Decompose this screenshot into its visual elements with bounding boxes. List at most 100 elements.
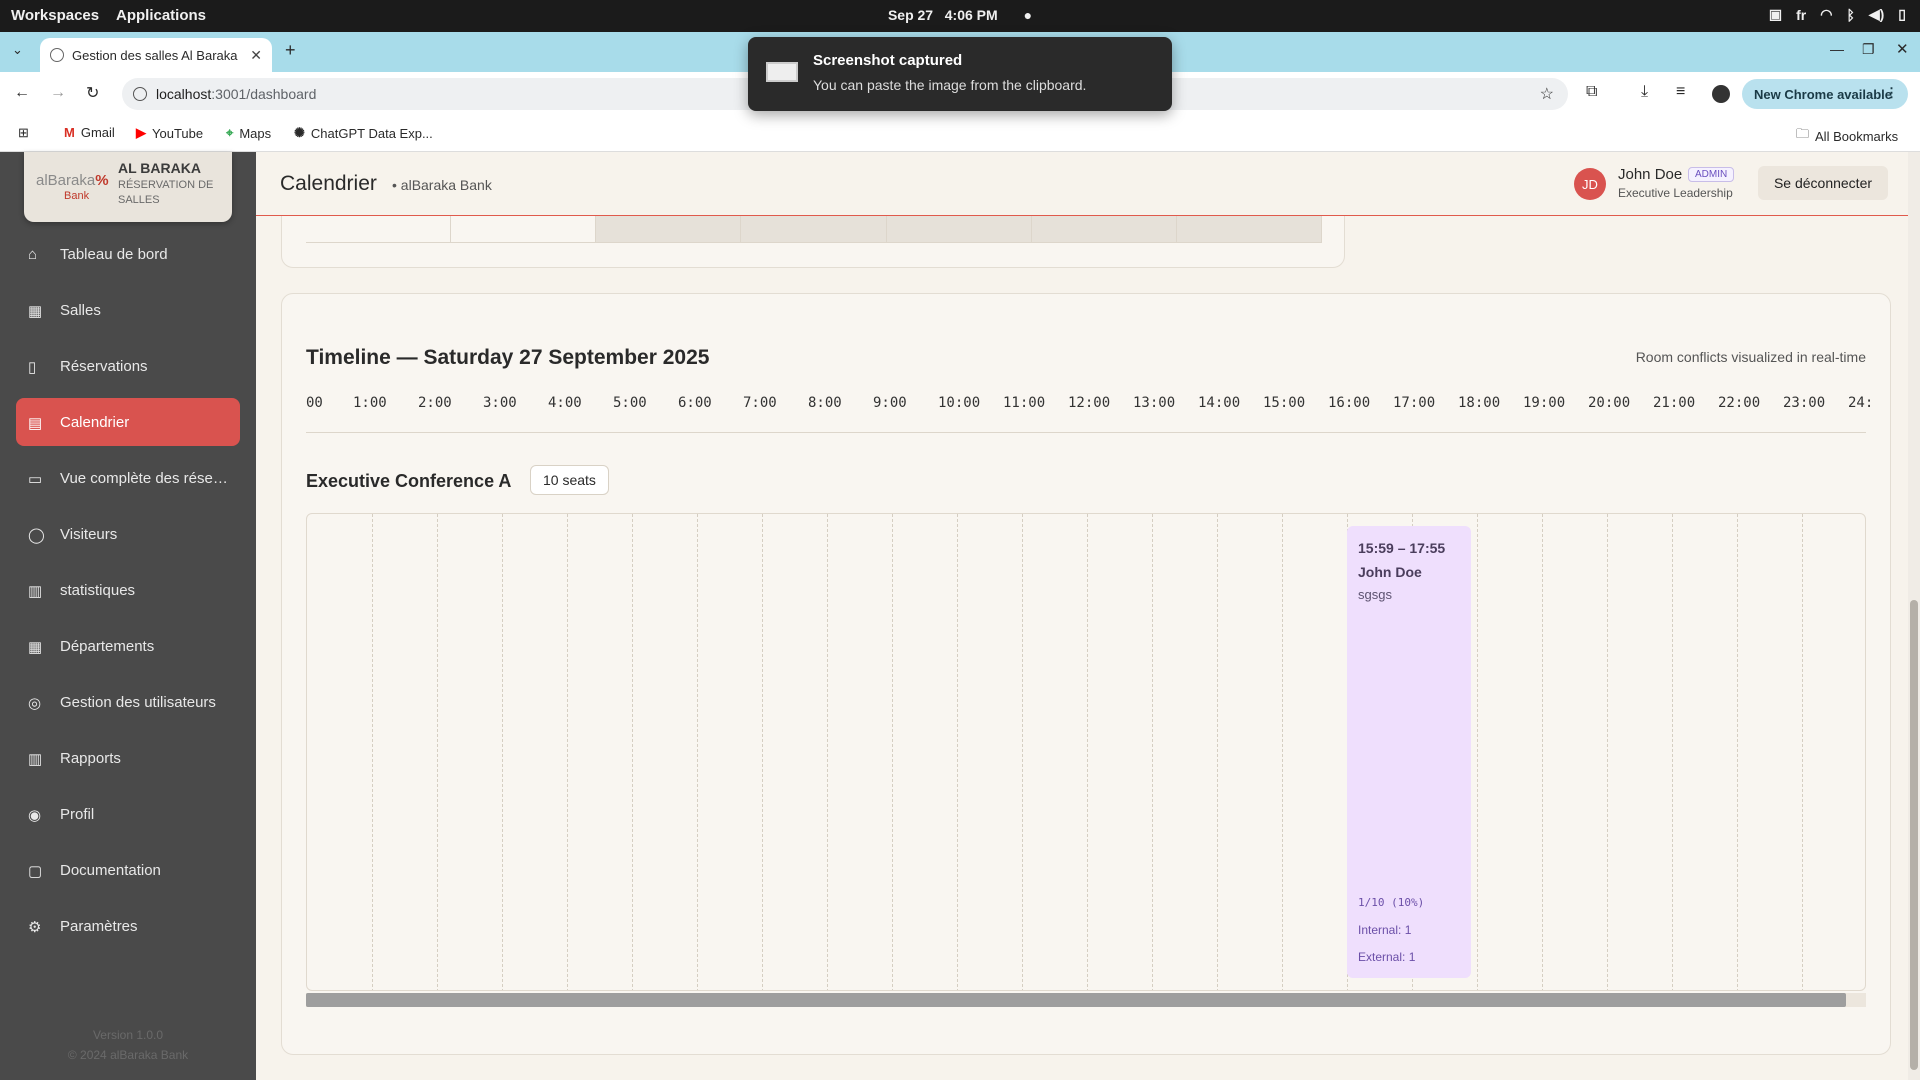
bluetooth-icon[interactable]: ᛒ bbox=[1846, 7, 1854, 23]
forward-icon[interactable]: → bbox=[50, 84, 66, 102]
sidebar-item[interactable]: ▭ Vue complète des réservations bbox=[16, 454, 240, 502]
bookmark-star-icon[interactable]: ☆ bbox=[1540, 84, 1554, 104]
calendar-cell[interactable] bbox=[741, 216, 887, 243]
booking-user: John Doe bbox=[1358, 564, 1422, 580]
extensions-icon[interactable]: ⧉ bbox=[1586, 83, 1597, 101]
new-chrome-available-button[interactable]: New Chrome available ⋮ bbox=[1742, 79, 1908, 109]
new-tab-icon[interactable]: + bbox=[285, 40, 296, 61]
hour-label: 4:00 bbox=[548, 395, 582, 411]
battery-icon[interactable]: ▯ bbox=[1898, 6, 1906, 23]
tab-title: Gestion des salles Al Baraka bbox=[72, 47, 238, 63]
avatar[interactable]: JD bbox=[1574, 168, 1606, 200]
calendar-card-remnant bbox=[281, 216, 1345, 268]
hour-gridline bbox=[1022, 514, 1023, 990]
hour-label: 8:00 bbox=[808, 395, 842, 411]
sidebar-item[interactable]: ⚙ Paramètres bbox=[16, 902, 240, 950]
hour-label: 21:00 bbox=[1653, 395, 1696, 411]
screen-icon[interactable]: ▣ bbox=[1769, 6, 1782, 23]
sidebar-item-label: Salles bbox=[60, 301, 101, 319]
booking-block[interactable]: 15:59 – 17:55 John Doe sgsgs 1/10 (10%) … bbox=[1347, 526, 1471, 978]
screenshot-toast[interactable]: Screenshot captured You can paste the im… bbox=[748, 37, 1172, 111]
wifi-icon[interactable]: ◠ bbox=[1820, 6, 1832, 23]
brand-logo-card[interactable]: alBaraka% Bank AL BARAKA RÉSERVATION DE … bbox=[24, 152, 232, 222]
folder-icon: 🗀 bbox=[1796, 126, 1810, 141]
clock[interactable]: Sep 27 4:06 PM ● bbox=[0, 7, 1920, 23]
hour-gridline bbox=[762, 514, 763, 990]
back-icon[interactable]: ← bbox=[14, 84, 30, 102]
horizontal-scrollbar-thumb[interactable] bbox=[306, 993, 1846, 1007]
building-icon: ▦ bbox=[28, 303, 43, 320]
more-menu-icon[interactable]: ⋮ bbox=[1885, 85, 1898, 101]
sidebar-item[interactable]: ▯ Réservations bbox=[16, 342, 240, 390]
page-scrollbar-thumb[interactable] bbox=[1910, 600, 1918, 1070]
tab-search-icon[interactable]: ⌄ bbox=[12, 42, 23, 58]
room-timeline-grid[interactable]: 15:59 – 17:55 John Doe sgsgs 1/10 (10%) … bbox=[306, 513, 1866, 991]
calendar-cell[interactable] bbox=[306, 216, 452, 243]
browser-tab[interactable]: Gestion des salles Al Baraka ✕ bbox=[40, 38, 272, 72]
profile-avatar[interactable] bbox=[1712, 85, 1730, 103]
calendar-icon: ▤ bbox=[28, 415, 43, 432]
bookmark-label: ChatGPT Data Exp... bbox=[310, 125, 433, 141]
home-icon: ⌂ bbox=[28, 246, 38, 263]
calendar-cell[interactable] bbox=[886, 216, 1032, 243]
hour-label: 6:00 bbox=[678, 395, 712, 411]
sidebar-item[interactable]: ▥ statistiques bbox=[16, 566, 240, 614]
bookmark-youtube[interactable]: ▶ YouTube bbox=[136, 125, 203, 141]
close-window-icon[interactable]: ✕ bbox=[1896, 40, 1909, 58]
sidebar-item[interactable]: ◉ Profil bbox=[16, 790, 240, 838]
sidebar-item[interactable]: ▦ Départements bbox=[16, 622, 240, 670]
sidebar-item[interactable]: ▦ Salles bbox=[16, 286, 240, 334]
calendar-cell[interactable] bbox=[1176, 216, 1322, 243]
hour-label: 22:00 bbox=[1718, 395, 1761, 411]
hour-gridline bbox=[632, 514, 633, 990]
sidebar-item[interactable]: ▢ Documentation bbox=[16, 846, 240, 894]
site-info-icon[interactable] bbox=[133, 87, 147, 101]
sidebar-item-label: Gestion des utilisateurs bbox=[60, 693, 216, 711]
role-badge: ADMIN bbox=[1688, 167, 1735, 182]
reload-icon[interactable]: ↻ bbox=[86, 83, 99, 103]
media-icon[interactable]: ≡ bbox=[1676, 83, 1685, 101]
sidebar-item[interactable]: ▥ Rapports bbox=[16, 734, 240, 782]
hour-label: 19:00 bbox=[1523, 395, 1566, 411]
language-indicator[interactable]: fr bbox=[1796, 7, 1806, 23]
page-subtitle: • alBaraka Bank bbox=[392, 177, 492, 193]
page-scrollbar[interactable] bbox=[1908, 152, 1920, 1080]
globe-icon bbox=[50, 48, 64, 62]
calendar-cell[interactable] bbox=[596, 216, 742, 243]
clock-time: 4:06 PM bbox=[944, 7, 998, 23]
hour-gridline bbox=[437, 514, 438, 990]
hour-gridline bbox=[372, 514, 373, 990]
logout-button[interactable]: Se déconnecter bbox=[1758, 166, 1888, 200]
apps-grid-icon[interactable]: ⊞ bbox=[18, 125, 29, 141]
all-bookmarks[interactable]: 🗀 All Bookmarks bbox=[1796, 125, 1898, 147]
bookmark-label: Gmail bbox=[80, 125, 115, 140]
sidebar-item[interactable]: ◎ Gestion des utilisateurs bbox=[16, 678, 240, 726]
minimize-icon[interactable]: — bbox=[1830, 41, 1844, 57]
bookmark-chatgpt[interactable]: ✺ ChatGPT Data Exp... bbox=[294, 125, 433, 141]
chart-icon: ▥ bbox=[28, 583, 43, 600]
calendar-cell[interactable] bbox=[451, 216, 597, 243]
sidebar-item-label: Documentation bbox=[60, 861, 161, 879]
hour-label: 11:00 bbox=[1003, 395, 1046, 411]
maximize-icon[interactable]: ❐ bbox=[1862, 41, 1875, 58]
bookmark-maps[interactable]: ⌖ Maps bbox=[226, 125, 271, 141]
hour-label: 23:00 bbox=[1783, 395, 1826, 411]
hour-label: 12:00 bbox=[1068, 395, 1111, 411]
calendar-cell[interactable] bbox=[1031, 216, 1177, 243]
download-icon[interactable]: ⤓ bbox=[1641, 83, 1648, 101]
bookmark-gmail[interactable]: M Gmail bbox=[64, 125, 115, 140]
booking-occupancy: 1/10 (10%) bbox=[1358, 896, 1425, 909]
sidebar-item-label: Réservations bbox=[60, 357, 148, 375]
hour-gridline bbox=[1802, 514, 1803, 990]
timeline-title: Timeline — Saturday 27 September 2025 bbox=[306, 346, 710, 369]
hour-label: 20:00 bbox=[1588, 395, 1631, 411]
volume-icon[interactable]: ◀) bbox=[1869, 6, 1884, 23]
hour-label: 2:00 bbox=[418, 395, 452, 411]
close-tab-icon[interactable]: ✕ bbox=[250, 47, 262, 64]
sidebar-item-label: Visiteurs bbox=[60, 525, 118, 543]
sidebar-item[interactable]: ⌂ Tableau de bord bbox=[16, 230, 240, 278]
sidebar-item[interactable]: ◯ Visiteurs bbox=[16, 510, 240, 558]
sidebar-item-label: Départements bbox=[60, 637, 155, 655]
sidebar-item[interactable]: ▤ Calendrier bbox=[16, 398, 240, 446]
horizontal-scrollbar[interactable] bbox=[306, 993, 1866, 1007]
